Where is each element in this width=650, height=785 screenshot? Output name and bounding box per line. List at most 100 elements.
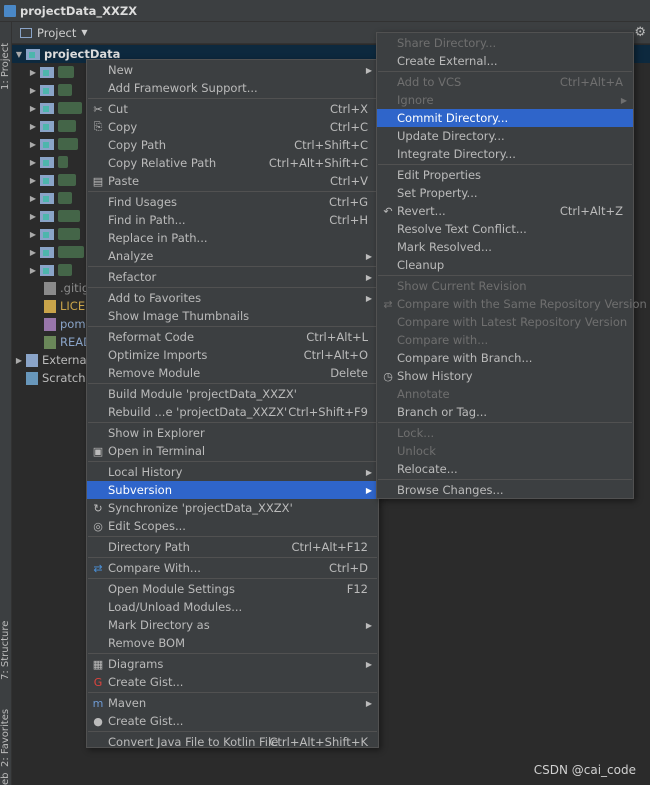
menu-item-create-gist[interactable]: ● Create Gist... <box>87 712 378 730</box>
menu-item-unlock[interactable]: Unlock <box>377 442 633 460</box>
menu-item-new[interactable]: New ▶ <box>87 61 378 79</box>
menu-item-label: Branch or Tag... <box>397 405 488 419</box>
chevron-right-icon[interactable]: ▶ <box>26 68 40 77</box>
menu-item-local-history[interactable]: Local History ▶ <box>87 463 378 481</box>
menu-item-diagrams[interactable]: ▦ Diagrams ▶ <box>87 655 378 673</box>
tree-folder-item[interactable]: ▶ <box>26 207 80 225</box>
tree-folder-item[interactable]: ▶ <box>26 99 82 117</box>
chevron-right-icon[interactable]: ▶ <box>26 248 40 257</box>
menu-item-cut[interactable]: ✂ Cut Ctrl+X <box>87 100 378 118</box>
menu-item-subversion[interactable]: Subversion ▶ <box>87 481 378 499</box>
menu-item-lock[interactable]: Lock... <box>377 424 633 442</box>
tree-external-libraries[interactable]: ▶ External <box>12 351 90 369</box>
menu-item-open-module-settings[interactable]: Open Module Settings F12 <box>87 580 378 598</box>
menu-item-revert[interactable]: ↶ Revert... Ctrl+Alt+Z <box>377 202 633 220</box>
menu-item-create-external[interactable]: Create External... <box>377 52 633 70</box>
menu-item-edit-scopes[interactable]: ◎ Edit Scopes... <box>87 517 378 535</box>
menu-item-add-framework-support[interactable]: Add Framework Support... <box>87 79 378 97</box>
menu-item-synchronize-projectdata-xxzx[interactable]: ↻ Synchronize 'projectData_XXZX' <box>87 499 378 517</box>
menu-item-add-to-vcs[interactable]: Add to VCS Ctrl+Alt+A <box>377 73 633 91</box>
menu-item-edit-properties[interactable]: Edit Properties <box>377 166 633 184</box>
menu-item-open-in-terminal[interactable]: ▣ Open in Terminal <box>87 442 378 460</box>
menu-item-remove-module[interactable]: Remove Module Delete <box>87 364 378 382</box>
menu-item-compare-with[interactable]: ⇄ Compare With... Ctrl+D <box>87 559 378 577</box>
menu-item-copy[interactable]: ⎘ Copy Ctrl+C <box>87 118 378 136</box>
menu-item-relocate[interactable]: Relocate... <box>377 460 633 478</box>
project-view-selector[interactable]: Project <box>37 26 76 40</box>
tree-folder-item[interactable]: ▶ <box>26 243 84 261</box>
menu-separator <box>88 536 377 537</box>
menu-item-compare-with-the-same-repository-version[interactable]: ⇄ Compare with the Same Repository Versio… <box>377 295 646 313</box>
gear-icon[interactable]: ⚙ <box>634 25 646 40</box>
menu-item-label: Share Directory... <box>397 36 497 50</box>
chevron-right-icon[interactable]: ▶ <box>26 122 40 131</box>
menu-item-create-gist[interactable]: G Create Gist... <box>87 673 378 691</box>
menu-item-copy-relative-path[interactable]: Copy Relative Path Ctrl+Alt+Shift+C <box>87 154 378 172</box>
menu-item-load-unload-modules[interactable]: Load/Unload Modules... <box>87 598 378 616</box>
menu-item-share-directory[interactable]: Share Directory... <box>377 34 633 52</box>
menu-item-label: Compare with Latest Repository Version <box>397 315 628 329</box>
tree-folder-item[interactable]: ▶ <box>26 81 72 99</box>
menu-item-reformat-code[interactable]: Reformat Code Ctrl+Alt+L <box>87 328 378 346</box>
chevron-right-icon[interactable]: ▶ <box>26 176 40 185</box>
menu-item-find-in-path[interactable]: Find in Path... Ctrl+H <box>87 211 378 229</box>
chevron-right-icon[interactable]: ▶ <box>26 140 40 149</box>
tree-scratches[interactable]: Scratche <box>12 369 93 387</box>
menu-item-show-image-thumbnails[interactable]: Show Image Thumbnails <box>87 307 378 325</box>
tree-folder-item[interactable]: ▶ <box>26 189 72 207</box>
chevron-right-icon[interactable]: ▶ <box>26 104 40 113</box>
menu-item-integrate-directory[interactable]: Integrate Directory... <box>377 145 633 163</box>
tree-folder-item[interactable]: ▶ <box>26 171 76 189</box>
menu-item-copy-path[interactable]: Copy Path Ctrl+Shift+C <box>87 136 378 154</box>
menu-item-replace-in-path[interactable]: Replace in Path... <box>87 229 378 247</box>
menu-item-set-property[interactable]: Set Property... <box>377 184 633 202</box>
tree-folder-item[interactable]: ▶ <box>26 63 74 81</box>
menu-item-cleanup[interactable]: Cleanup <box>377 256 633 274</box>
chevron-right-icon[interactable]: ▶ <box>26 212 40 221</box>
chevron-right-icon[interactable]: ▶ <box>26 86 40 95</box>
chevron-right-icon[interactable]: ▶ <box>26 266 40 275</box>
menu-item-optimize-imports[interactable]: Optimize Imports Ctrl+Alt+O <box>87 346 378 364</box>
menu-item-show-in-explorer[interactable]: Show in Explorer <box>87 424 378 442</box>
tree-file-item[interactable]: .gitig <box>44 279 89 297</box>
menu-item-branch-or-tag[interactable]: Branch or Tag... <box>377 403 633 421</box>
chevron-right-icon[interactable]: ▶ <box>26 194 40 203</box>
menu-item-show-current-revision[interactable]: Show Current Revision <box>377 277 633 295</box>
chevron-right-icon[interactable]: ▶ <box>26 158 40 167</box>
tree-file-item[interactable]: READ <box>44 333 92 351</box>
menu-item-compare-with[interactable]: Compare with... <box>377 331 633 349</box>
tree-folder-item[interactable]: ▶ <box>26 261 72 279</box>
menu-item-add-to-favorites[interactable]: Add to Favorites ▶ <box>87 289 378 307</box>
tree-folder-item[interactable]: ▶ <box>26 225 80 243</box>
chevron-down-icon[interactable]: ▼ <box>81 28 87 37</box>
menu-item-find-usages[interactable]: Find Usages Ctrl+G <box>87 193 378 211</box>
menu-item-convert-java-file-to-kotlin-file[interactable]: Convert Java File to Kotlin File Ctrl+Alt… <box>87 733 378 751</box>
menu-item-maven[interactable]: m Maven ▶ <box>87 694 378 712</box>
menu-item-browse-changes[interactable]: Browse Changes... <box>377 481 633 499</box>
menu-item-ignore[interactable]: Ignore ▶ <box>377 91 633 109</box>
tree-folder-item[interactable]: ▶ <box>26 117 76 135</box>
menu-item-commit-directory[interactable]: Commit Directory... <box>377 109 633 127</box>
menu-item-mark-directory-as[interactable]: Mark Directory as ▶ <box>87 616 378 634</box>
menu-item-resolve-text-conflict[interactable]: Resolve Text Conflict... <box>377 220 633 238</box>
menu-item-annotate[interactable]: Annotate <box>377 385 633 403</box>
folder-icon <box>40 120 54 132</box>
menu-item-build-module-projectdata-xxzx[interactable]: Build Module 'projectData_XXZX' <box>87 385 378 403</box>
menu-item-show-history[interactable]: ◷ Show History <box>377 367 633 385</box>
chevron-down-icon[interactable]: ▼ <box>12 50 26 59</box>
menu-item-paste[interactable]: ▤ Paste Ctrl+V <box>87 172 378 190</box>
tree-file-item[interactable]: pom. <box>44 315 89 333</box>
menu-item-rebuild-e-projectdata-xxzx[interactable]: Rebuild ...e 'projectData_XXZX' Ctrl+Shif… <box>87 403 378 421</box>
menu-item-remove-bom[interactable]: Remove BOM <box>87 634 378 652</box>
menu-item-compare-with-branch[interactable]: Compare with Branch... <box>377 349 633 367</box>
menu-item-refactor[interactable]: Refactor ▶ <box>87 268 378 286</box>
menu-item-directory-path[interactable]: Directory Path Ctrl+Alt+F12 <box>87 538 378 556</box>
chevron-right-icon[interactable]: ▶ <box>26 230 40 239</box>
tree-folder-item[interactable]: ▶ <box>26 135 78 153</box>
menu-item-compare-with-latest-repository-version[interactable]: Compare with Latest Repository Version <box>377 313 633 331</box>
menu-item-label: Maven <box>108 696 147 710</box>
menu-item-analyze[interactable]: Analyze ▶ <box>87 247 378 265</box>
menu-item-update-directory[interactable]: Update Directory... <box>377 127 633 145</box>
tree-folder-item[interactable]: ▶ <box>26 153 68 171</box>
menu-item-mark-resolved[interactable]: Mark Resolved... <box>377 238 633 256</box>
